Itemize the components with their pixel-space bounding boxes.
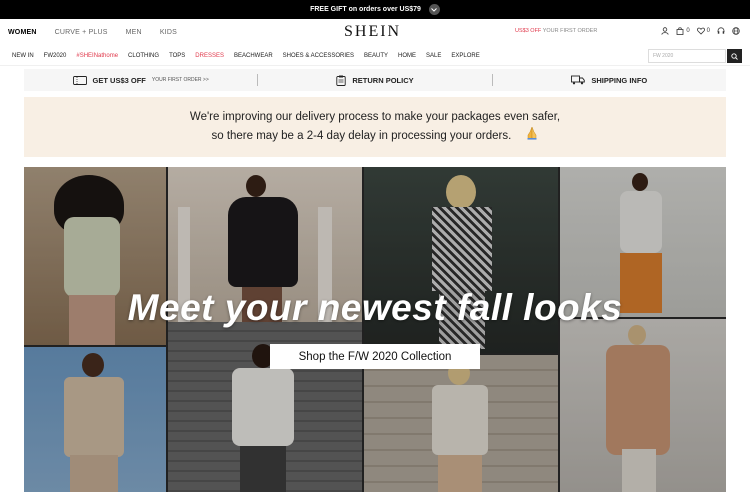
user-icon[interactable] xyxy=(661,27,669,35)
hero-title: Meet your newest fall looks xyxy=(127,287,623,328)
heart-icon xyxy=(696,27,705,35)
promo-bar[interactable]: FREE GIFT on orders over US$79 xyxy=(0,0,750,19)
nav-item-explore[interactable]: EXPLORE xyxy=(451,53,479,59)
promo-text: FREE GIFT on orders over US$79 xyxy=(310,6,421,13)
shipping-info-link[interactable]: SHIPPING INFO xyxy=(493,75,726,85)
nav-item-tops[interactable]: TOPS xyxy=(169,53,185,59)
globe-icon[interactable] xyxy=(732,27,740,35)
search-button[interactable] xyxy=(727,49,742,63)
bag-icon xyxy=(676,27,684,35)
notice-line-1: We're improving our delivery process to … xyxy=(189,110,561,123)
shop-collection-button[interactable]: Shop the F/W 2020 Collection xyxy=(270,344,480,369)
tab-kids[interactable]: KIDS xyxy=(160,29,177,36)
offer-link[interactable]: GET US$3 OFF YOUR FIRST ORDER >> xyxy=(24,76,257,85)
search-input[interactable]: FW 2020 xyxy=(648,49,726,63)
tab-men[interactable]: MEN xyxy=(126,29,142,36)
nav-item-sale[interactable]: SALE xyxy=(426,53,441,59)
nav-item-clothing[interactable]: CLOTHING xyxy=(128,53,159,59)
site-logo[interactable]: SHEIN xyxy=(344,23,401,41)
return-policy-link[interactable]: RETURN POLICY xyxy=(258,75,491,86)
header-icons: 0 0 xyxy=(661,27,740,35)
nav-item-home[interactable]: HOME xyxy=(398,53,416,59)
truck-icon xyxy=(571,75,586,85)
shipping-info-label: SHIPPING INFO xyxy=(591,75,648,85)
bag-button[interactable]: 0 xyxy=(676,27,690,35)
notice-line-2: so there may be a 2-4 day delay in proce… xyxy=(211,129,512,142)
header-promo-discount: US$3 OFF xyxy=(515,28,542,34)
main-nav: NEW IN FW2020 #SHEINathome CLOTHING TOPS… xyxy=(0,46,750,66)
offer-label: GET US$3 OFF xyxy=(92,75,146,85)
nav-item-beachwear[interactable]: BEACHWEAR xyxy=(234,53,273,59)
hero-overlay xyxy=(24,167,726,492)
clipboard-icon xyxy=(336,75,347,86)
header: WOMEN CURVE + PLUS MEN KIDS SHEIN US$3 O… xyxy=(0,19,750,45)
wishlist-button[interactable]: 0 xyxy=(696,27,710,35)
tab-curve-plus[interactable]: CURVE + PLUS xyxy=(55,29,108,36)
header-promo-text: YOUR FIRST ORDER xyxy=(541,28,598,34)
search-icon xyxy=(731,52,738,60)
return-policy-label: RETURN POLICY xyxy=(352,75,414,85)
support-icon[interactable] xyxy=(717,27,725,35)
info-strip: GET US$3 OFF YOUR FIRST ORDER >> RETURN … xyxy=(24,69,726,91)
nav-item-shoes-accessories[interactable]: SHOES & ACCESSORIES xyxy=(283,53,354,59)
offer-sublabel: YOUR FIRST ORDER >> xyxy=(151,77,209,83)
hero-banner[interactable]: Meet your newest fall looks Shop the F/W… xyxy=(24,167,726,492)
delivery-notice: We're improving our delivery process to … xyxy=(24,97,726,157)
nav-item-beauty[interactable]: BEAUTY xyxy=(364,53,388,59)
notice-line-2-wrap: so there may be a 2-4 day delay in proce… xyxy=(211,126,538,146)
wishlist-count: 0 xyxy=(706,28,710,34)
bag-count: 0 xyxy=(686,28,690,34)
chevron-down-icon[interactable] xyxy=(428,4,440,15)
nav-item-sheinathome[interactable]: #SHEINathome xyxy=(76,53,118,59)
nav-item-new-in[interactable]: NEW IN xyxy=(12,53,34,59)
tab-women[interactable]: WOMEN xyxy=(8,29,37,36)
coupon-icon xyxy=(72,75,87,85)
praying-hands-icon xyxy=(525,126,539,146)
header-promo[interactable]: US$3 OFF YOUR FIRST ORDER xyxy=(515,28,597,34)
category-tabs: WOMEN CURVE + PLUS MEN KIDS xyxy=(0,29,195,36)
nav-item-dresses[interactable]: DRESSES xyxy=(195,53,224,59)
nav-item-fw2020[interactable]: FW2020 xyxy=(44,53,67,59)
